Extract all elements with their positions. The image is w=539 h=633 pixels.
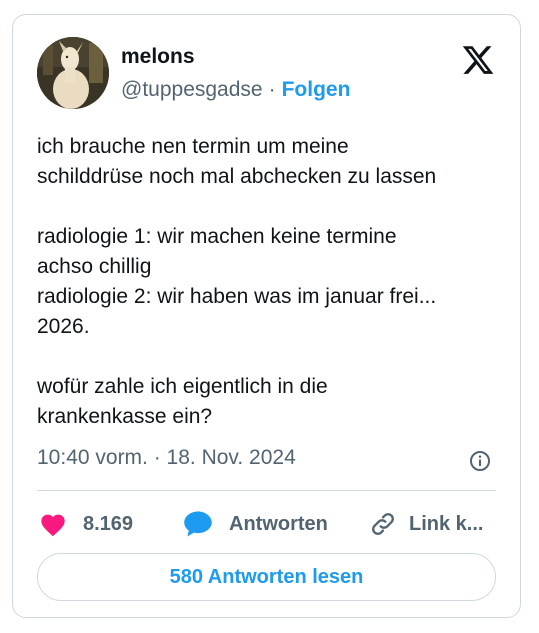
- user-handle[interactable]: @tuppesgadse: [121, 78, 263, 101]
- copy-link-label: Link k...: [409, 512, 484, 535]
- follow-button[interactable]: Folgen: [282, 78, 351, 101]
- divider: [37, 490, 496, 491]
- tweet-text: ich brauche nen termin um meine schilddr…: [37, 132, 497, 432]
- like-count: 8.169: [83, 512, 134, 535]
- speech-bubble-icon: [184, 511, 212, 537]
- separator-dot: ·: [268, 78, 276, 101]
- handle-row: @tuppesgadse · Folgen: [121, 78, 350, 102]
- tweet-timestamp[interactable]: 10:40 vorm. · 18. Nov. 2024: [37, 446, 296, 470]
- display-name[interactable]: melons: [121, 45, 195, 69]
- reply-label: Antworten: [229, 512, 328, 535]
- tweet-line: ich brauche nen termin um meine: [37, 135, 349, 158]
- tweet-line: wofür zahle ich eigentlich in die: [37, 375, 328, 398]
- tweet-card: melons @tuppesgadse · Folgen ich brauche n…: [12, 14, 521, 618]
- tweet-line: krankenkasse ein?: [37, 405, 213, 428]
- read-replies-button[interactable]: 580 Antworten lesen: [37, 553, 496, 601]
- tweet-line: schilddrüse noch mal abchecken zu lassen: [37, 165, 437, 188]
- reply-button[interactable]: Antworten: [183, 507, 328, 541]
- copy-link-button[interactable]: Link k...: [369, 507, 483, 541]
- info-icon[interactable]: [468, 449, 492, 473]
- avatar-image: [37, 37, 109, 109]
- tweet-line: achso chillig: [37, 255, 152, 278]
- avatar[interactable]: [37, 37, 109, 109]
- tweet-line: 2026.: [37, 315, 90, 338]
- heart-icon: [41, 514, 65, 537]
- tweet-line: radiologie 2: wir haben was im januar fr…: [37, 285, 437, 308]
- link-icon: [372, 513, 394, 535]
- x-logo-icon[interactable]: [460, 43, 496, 77]
- like-button[interactable]: 8.169: [39, 507, 133, 541]
- tweet-line: radiologie 1: wir machen keine termine: [37, 225, 397, 248]
- action-bar: 8.169 Antworten Link k...: [37, 507, 502, 541]
